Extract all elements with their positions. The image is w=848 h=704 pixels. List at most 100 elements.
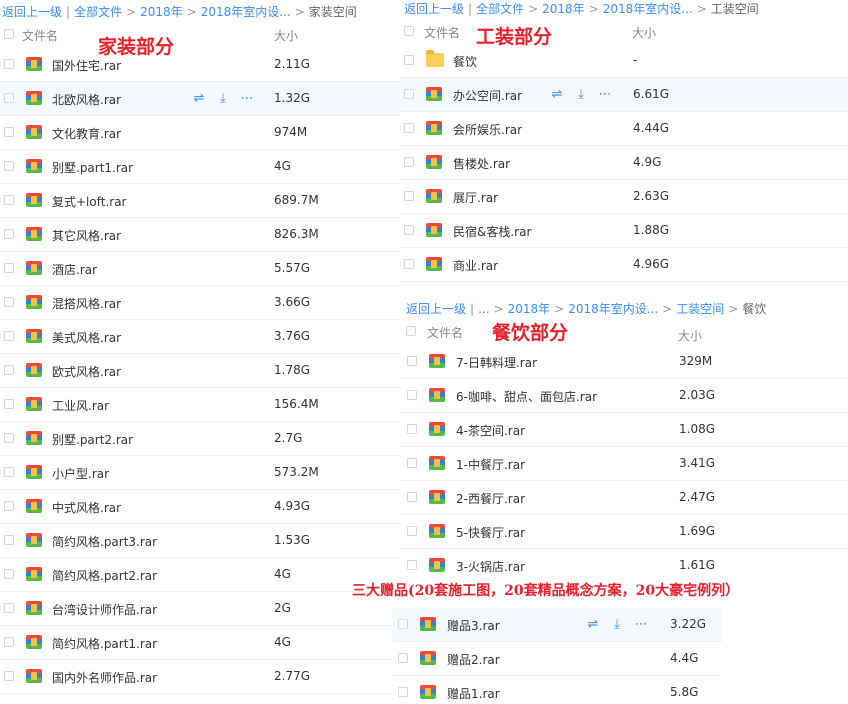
row-checkbox[interactable] bbox=[4, 569, 14, 579]
file-name[interactable]: 赠品3.rar bbox=[447, 617, 500, 634]
row-checkbox[interactable] bbox=[407, 424, 417, 434]
file-name[interactable]: 混搭风格.rar bbox=[52, 295, 121, 312]
list-item[interactable]: 中式风格.rar 4.93G bbox=[0, 490, 400, 524]
file-name[interactable]: 展厅.rar bbox=[453, 189, 498, 206]
row-checkbox[interactable] bbox=[404, 191, 414, 201]
download-icon[interactable]: ⤓ bbox=[574, 87, 588, 102]
row-checkbox[interactable] bbox=[4, 127, 14, 137]
row-checkbox[interactable] bbox=[398, 653, 408, 663]
list-item[interactable]: 国外住宅.rar 2.11G bbox=[0, 48, 400, 82]
row-checkbox[interactable] bbox=[407, 526, 417, 536]
file-name[interactable]: 小户型.rar bbox=[52, 465, 109, 482]
breadcrumb-design[interactable]: 2018年室内设... bbox=[568, 302, 658, 316]
file-name[interactable]: 1-中餐厅.rar bbox=[456, 456, 525, 473]
back-link[interactable]: 返回上一级 bbox=[2, 5, 62, 19]
list-item[interactable]: 餐饮 - bbox=[400, 44, 848, 78]
more-icon[interactable]: ⋯ bbox=[634, 617, 648, 632]
row-checkbox[interactable] bbox=[4, 433, 14, 443]
breadcrumb-design[interactable]: 2018年室内设... bbox=[603, 2, 693, 16]
file-name[interactable]: 台湾设计师作品.rar bbox=[52, 601, 157, 618]
file-name[interactable]: 商业.rar bbox=[453, 257, 498, 274]
share-icon[interactable]: ⇌ bbox=[192, 91, 206, 106]
row-checkbox[interactable] bbox=[4, 365, 14, 375]
row-checkbox[interactable] bbox=[4, 161, 14, 171]
breadcrumb-ellipsis[interactable]: ... bbox=[478, 302, 489, 316]
file-name[interactable]: 4-茶空间.rar bbox=[456, 422, 525, 439]
list-item[interactable]: 6-咖啡、甜点、面包店.rar 2.03G bbox=[400, 379, 848, 413]
back-link[interactable]: 返回上一级 bbox=[406, 302, 466, 316]
list-item[interactable]: 4-茶空间.rar 1.08G bbox=[400, 413, 848, 447]
file-name[interactable]: 民宿&客栈.rar bbox=[453, 223, 531, 240]
row-checkbox[interactable] bbox=[4, 671, 14, 681]
list-item[interactable]: 混搭风格.rar 3.66G bbox=[0, 286, 400, 320]
row-checkbox[interactable] bbox=[407, 356, 417, 366]
list-item[interactable]: 赠品3.rar ⇌ ⤓ ⋯ 3.22G bbox=[392, 608, 722, 642]
file-name[interactable]: 别墅.part2.rar bbox=[52, 431, 133, 448]
list-item[interactable]: 办公空间.rar ⇌ ⤓ ⋯ 6.61G bbox=[400, 78, 848, 112]
list-item[interactable]: 赠品1.rar 5.8G bbox=[392, 676, 722, 704]
list-item[interactable]: 小户型.rar 573.2M bbox=[0, 456, 400, 490]
breadcrumb-all-files[interactable]: 全部文件 bbox=[476, 2, 524, 16]
list-item[interactable]: 民宿&客栈.rar 1.88G bbox=[400, 214, 848, 248]
file-name[interactable]: 2-西餐厅.rar bbox=[456, 490, 525, 507]
list-item[interactable]: 赠品2.rar 4.4G bbox=[392, 642, 722, 676]
list-item[interactable]: 2-西餐厅.rar 2.47G bbox=[400, 481, 848, 515]
file-name[interactable]: 北欧风格.rar bbox=[52, 91, 121, 108]
row-checkbox[interactable] bbox=[398, 687, 408, 697]
file-name[interactable]: 国外住宅.rar bbox=[52, 57, 121, 74]
breadcrumb-design[interactable]: 2018年室内设... bbox=[201, 5, 291, 19]
list-item[interactable]: 别墅.part1.rar 4G bbox=[0, 150, 400, 184]
file-name[interactable]: 赠品2.rar bbox=[447, 651, 500, 668]
list-item[interactable]: 1-中餐厅.rar 3.41G bbox=[400, 447, 848, 481]
row-checkbox[interactable] bbox=[4, 399, 14, 409]
select-all-checkbox[interactable] bbox=[4, 29, 14, 39]
file-name[interactable]: 赠品1.rar bbox=[447, 685, 500, 702]
file-name[interactable]: 5-快餐厅.rar bbox=[456, 524, 525, 541]
row-checkbox[interactable] bbox=[404, 225, 414, 235]
list-item[interactable]: 5-快餐厅.rar 1.69G bbox=[400, 515, 848, 549]
row-checkbox[interactable] bbox=[4, 229, 14, 239]
file-name[interactable]: 美式风格.rar bbox=[52, 329, 121, 346]
list-item[interactable]: 酒店.rar 5.57G bbox=[0, 252, 400, 286]
list-item[interactable]: 简约风格.part2.rar 4G bbox=[0, 558, 400, 592]
row-checkbox[interactable] bbox=[407, 458, 417, 468]
row-checkbox[interactable] bbox=[404, 89, 414, 99]
row-checkbox[interactable] bbox=[404, 123, 414, 133]
row-checkbox[interactable] bbox=[4, 467, 14, 477]
list-item[interactable]: 3-火锅店.rar 1.61G bbox=[400, 549, 848, 580]
row-checkbox[interactable] bbox=[4, 535, 14, 545]
list-item[interactable]: 美式风格.rar 3.76G bbox=[0, 320, 400, 354]
file-name[interactable]: 中式风格.rar bbox=[52, 499, 121, 516]
list-item[interactable]: 工业风.rar 156.4M bbox=[0, 388, 400, 422]
row-checkbox[interactable] bbox=[407, 390, 417, 400]
file-name[interactable]: 3-火锅店.rar bbox=[456, 558, 525, 575]
list-item[interactable]: 国内外名师作品.rar 2.77G bbox=[0, 660, 400, 694]
file-name[interactable]: 办公空间.rar bbox=[453, 87, 522, 104]
select-all-checkbox[interactable] bbox=[404, 26, 414, 36]
row-checkbox[interactable] bbox=[407, 492, 417, 502]
share-icon[interactable]: ⇌ bbox=[586, 617, 600, 632]
list-item[interactable]: 台湾设计师作品.rar 2G bbox=[0, 592, 400, 626]
row-checkbox[interactable] bbox=[4, 501, 14, 511]
row-checkbox[interactable] bbox=[404, 259, 414, 269]
download-icon[interactable]: ⤓ bbox=[216, 91, 230, 106]
file-name[interactable]: 会所娱乐.rar bbox=[453, 121, 522, 138]
file-name[interactable]: 文化教育.rar bbox=[52, 125, 121, 142]
file-name[interactable]: 餐饮 bbox=[453, 53, 477, 70]
row-checkbox[interactable] bbox=[4, 637, 14, 647]
row-checkbox[interactable] bbox=[4, 195, 14, 205]
select-all-checkbox[interactable] bbox=[406, 326, 416, 336]
more-icon[interactable]: ⋯ bbox=[240, 91, 254, 106]
file-name[interactable]: 国内外名师作品.rar bbox=[52, 669, 157, 686]
file-name[interactable]: 简约风格.part3.rar bbox=[52, 533, 157, 550]
file-name[interactable]: 7-日韩料理.rar bbox=[456, 354, 537, 371]
breadcrumb-2018[interactable]: 2018年 bbox=[542, 2, 585, 16]
row-checkbox[interactable] bbox=[398, 619, 408, 629]
row-checkbox[interactable] bbox=[4, 263, 14, 273]
file-name[interactable]: 欧式风格.rar bbox=[52, 363, 121, 380]
file-name[interactable]: 酒店.rar bbox=[52, 261, 97, 278]
more-icon[interactable]: ⋯ bbox=[598, 87, 612, 102]
list-item[interactable]: 其它风格.rar 826.3M bbox=[0, 218, 400, 252]
file-name[interactable]: 6-咖啡、甜点、面包店.rar bbox=[456, 388, 597, 405]
file-name[interactable]: 售楼处.rar bbox=[453, 155, 510, 172]
